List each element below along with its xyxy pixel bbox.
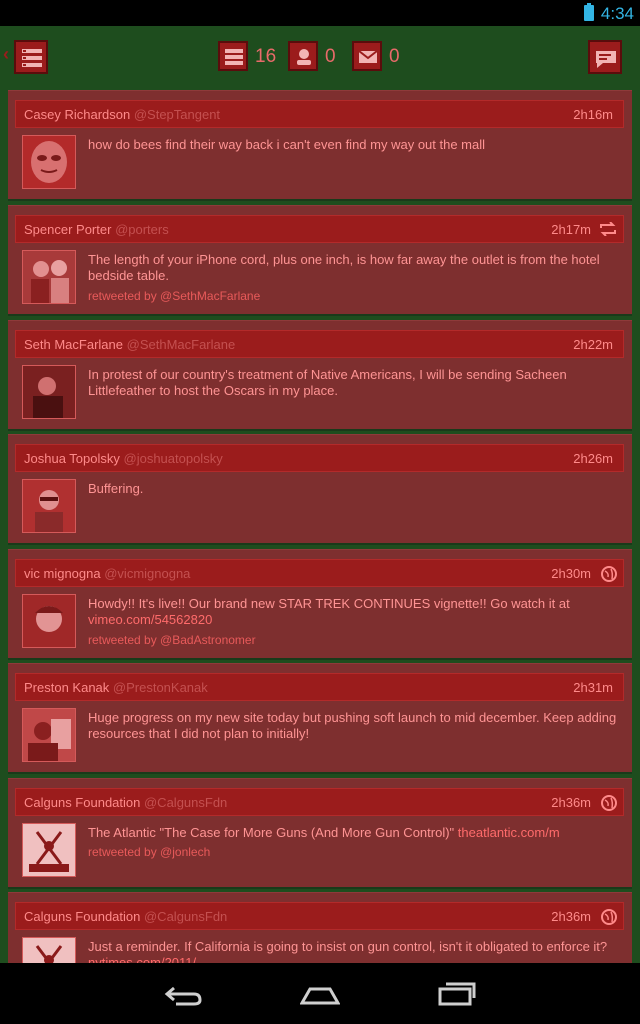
timeline-icon xyxy=(225,49,243,65)
messages-button[interactable] xyxy=(352,41,382,71)
author-handle[interactable]: @CalgunsFdn xyxy=(144,909,227,924)
author-name[interactable]: Calguns Foundation xyxy=(24,795,140,810)
tweet-time: 2h30m xyxy=(551,566,591,581)
tweet-text: The length of your iPhone cord, plus one… xyxy=(88,252,600,283)
home-icon[interactable] xyxy=(300,983,340,1007)
tweet-body: Howdy!! It's live!! Our brand new STAR T… xyxy=(88,596,570,611)
author-handle[interactable]: @SethMacFarlane xyxy=(127,337,236,352)
tweet-card[interactable]: Spencer Porter @porters 2h17m The length… xyxy=(8,205,632,314)
tweet-header: Spencer Porter @porters 2h17m xyxy=(15,215,624,243)
menu-button[interactable] xyxy=(14,40,48,74)
tweet-card[interactable]: Calguns Foundation @CalgunsFdn 2h36m Jus… xyxy=(8,892,632,963)
author-name[interactable]: Seth MacFarlane xyxy=(24,337,123,352)
tweet-body: Just a reminder. If California is going … xyxy=(88,939,608,954)
avatar[interactable] xyxy=(22,937,76,963)
tweet-header: vic mignogna @vicmignogna 2h30m xyxy=(15,559,624,587)
timeline-count: 16 xyxy=(255,46,277,67)
author-name[interactable]: Spencer Porter xyxy=(24,222,111,237)
globe-icon xyxy=(601,566,617,582)
status-time: 4:34 xyxy=(600,4,634,23)
tweet-header: Preston Kanak @PrestonKanak 2h31m xyxy=(15,673,624,701)
tweet-time: 2h36m xyxy=(551,795,591,810)
timeline-button[interactable] xyxy=(218,41,248,71)
tweet-header: Joshua Topolsky @joshuatopolsky 2h26m xyxy=(15,444,624,472)
tweet-card[interactable]: Calguns Foundation @CalgunsFdn 2h36m The… xyxy=(8,778,632,887)
tweet-header: Seth MacFarlane @SethMacFarlane 2h22m xyxy=(15,330,624,358)
tweet-time: 2h36m xyxy=(551,909,591,924)
system-nav-bar xyxy=(0,963,640,1024)
compose-icon xyxy=(596,51,616,68)
calguns-logo xyxy=(23,824,75,876)
mentions-button[interactable] xyxy=(288,41,318,71)
author-handle[interactable]: @joshuatopolsky xyxy=(124,451,223,466)
recent-apps-icon[interactable] xyxy=(437,981,477,1007)
avatar[interactable] xyxy=(22,250,76,304)
messages-count: 0 xyxy=(389,46,400,67)
status-bar: 4:34 xyxy=(0,0,640,26)
back-icon[interactable] xyxy=(164,983,204,1007)
tweet-card[interactable]: Joshua Topolsky @joshuatopolsky 2h26m Bu… xyxy=(8,434,632,543)
author-handle[interactable]: @CalgunsFdn xyxy=(144,795,227,810)
avatar[interactable] xyxy=(22,135,76,189)
tweet-header: Casey Richardson @StepTangent 2h16m xyxy=(15,100,624,128)
avatar[interactable] xyxy=(22,594,76,648)
tweet-feed[interactable]: Casey Richardson @StepTangent 2h16m how … xyxy=(8,90,632,963)
tweet-time: 2h31m xyxy=(573,680,613,695)
person-icon xyxy=(297,49,311,65)
tweet-card[interactable]: Seth MacFarlane @SethMacFarlane 2h22m In… xyxy=(8,320,632,429)
tweet-text: The Atlantic "The Case for More Guns (An… xyxy=(88,825,618,841)
author-handle[interactable]: @porters xyxy=(115,222,169,237)
tweet-text: In protest of our country's treatment of… xyxy=(88,367,567,398)
retweet-icon xyxy=(600,222,616,236)
retweeted-by[interactable]: retweeted by @jonlech xyxy=(88,845,210,859)
tweet-link[interactable]: nytimes.com/2011/ xyxy=(88,955,196,963)
tweet-text: Huge progress on my new site today but p… xyxy=(88,710,617,741)
avatar[interactable] xyxy=(22,479,76,533)
tweet-card[interactable]: Casey Richardson @StepTangent 2h16m how … xyxy=(8,90,632,199)
tweet-body: The Atlantic "The Case for More Guns (An… xyxy=(88,825,455,840)
retweeted-by[interactable]: retweeted by @SethMacFarlane xyxy=(88,289,260,303)
compose-button[interactable] xyxy=(588,40,622,74)
mentions-count: 0 xyxy=(325,46,336,67)
app-bar xyxy=(0,26,640,88)
tweet-time: 2h17m xyxy=(551,222,591,237)
tweet-link[interactable]: theatlantic.com/m xyxy=(458,825,560,840)
tweet-card[interactable]: vic mignogna @vicmignogna 2h30m Howdy!! … xyxy=(8,549,632,658)
tweet-time: 2h16m xyxy=(573,107,613,122)
author-name[interactable]: Casey Richardson xyxy=(24,107,130,122)
calguns-logo xyxy=(23,938,75,963)
tweet-card[interactable]: Preston Kanak @PrestonKanak 2h31m Huge p… xyxy=(8,663,632,772)
globe-icon xyxy=(601,795,617,811)
author-name[interactable]: Calguns Foundation xyxy=(24,909,140,924)
tweet-header: Calguns Foundation @CalgunsFdn 2h36m xyxy=(15,788,624,816)
globe-icon xyxy=(601,909,617,925)
avatar[interactable] xyxy=(22,708,76,762)
tweet-time: 2h22m xyxy=(573,337,613,352)
author-handle[interactable]: @StepTangent xyxy=(134,107,220,122)
author-handle[interactable]: @vicmignogna xyxy=(104,566,190,581)
tweet-text: Buffering. xyxy=(88,481,144,496)
battery-icon xyxy=(584,3,594,21)
author-name[interactable]: Joshua Topolsky xyxy=(24,451,120,466)
list-menu-icon xyxy=(22,49,42,67)
tweet-text: Howdy!! It's live!! Our brand new STAR T… xyxy=(88,596,618,628)
back-caret-icon[interactable]: ‹ xyxy=(3,44,9,65)
envelope-icon xyxy=(358,50,378,63)
tweet-text: how do bees find their way back i can't … xyxy=(88,137,486,152)
retweeted-by[interactable]: retweeted by @BadAstronomer xyxy=(88,633,256,647)
author-name[interactable]: vic mignogna xyxy=(24,566,101,581)
avatar[interactable] xyxy=(22,823,76,877)
tweet-time: 2h26m xyxy=(573,451,613,466)
author-handle[interactable]: @PrestonKanak xyxy=(113,680,208,695)
tweet-text: Just a reminder. If California is going … xyxy=(88,939,618,963)
author-name[interactable]: Preston Kanak xyxy=(24,680,109,695)
avatar[interactable] xyxy=(22,365,76,419)
tweet-link[interactable]: vimeo.com/54562820 xyxy=(88,612,212,627)
tweet-header: Calguns Foundation @CalgunsFdn 2h36m xyxy=(15,902,624,930)
